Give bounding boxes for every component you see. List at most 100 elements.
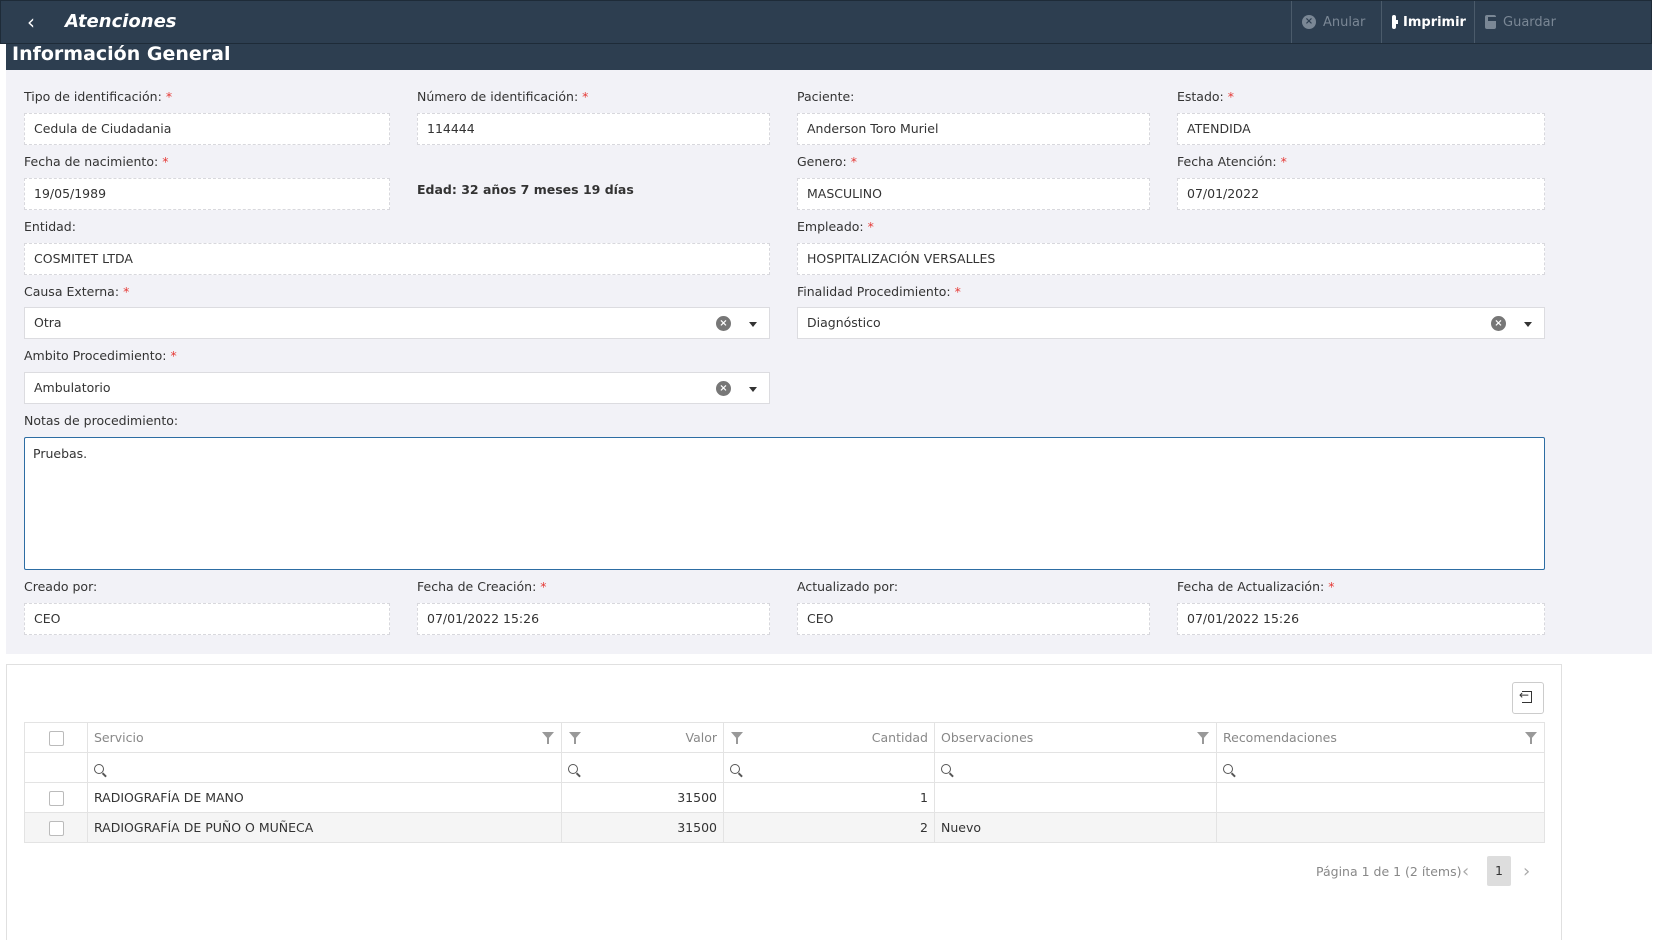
paciente-label: Paciente: xyxy=(797,89,855,104)
table-row[interactable]: RADIOGRAFÍA DE MANO 31500 1 xyxy=(24,782,1545,813)
clear-icon[interactable]: × xyxy=(716,316,731,331)
anular-label: Anular xyxy=(1323,14,1366,30)
empleado-label: Empleado: * xyxy=(797,219,874,234)
numero-identificacion-label: Número de identificación: * xyxy=(417,89,589,104)
filter-servicio-input[interactable] xyxy=(87,752,562,783)
observaciones-cell xyxy=(934,782,1217,813)
actualizado-por-field[interactable]: CEO xyxy=(797,603,1150,635)
services-table: Servicio Valor Cantidad Observaciones Re… xyxy=(24,722,1545,843)
notas-textarea[interactable]: Pruebas. xyxy=(24,437,1545,570)
notas-label: Notas de procedimiento: xyxy=(24,413,179,428)
search-icon xyxy=(568,763,578,774)
row-select-cell[interactable] xyxy=(24,782,88,813)
ambito-procedimiento-select[interactable]: Ambulatorio × xyxy=(24,372,770,404)
observaciones-cell: Nuevo xyxy=(934,812,1217,843)
search-icon xyxy=(94,763,104,774)
creado-por-label: Creado por: xyxy=(24,579,98,594)
row-checkbox[interactable] xyxy=(48,790,64,806)
print-icon xyxy=(1392,15,1398,29)
guardar-button[interactable]: Guardar xyxy=(1474,1,1566,43)
fecha-actualizacion-field[interactable]: 07/01/2022 15:26 xyxy=(1177,603,1545,635)
paciente-field[interactable]: Anderson Toro Muriel xyxy=(797,113,1150,145)
fecha-creacion-label: Fecha de Creación: * xyxy=(417,579,547,594)
finalidad-procedimiento-value: Diagnóstico xyxy=(807,315,881,330)
table-filter-row xyxy=(24,752,1545,783)
causa-externa-select[interactable]: Otra × xyxy=(24,307,770,339)
genero-field[interactable]: MASCULINO xyxy=(797,178,1150,210)
filter-cell-empty xyxy=(24,752,88,783)
top-toolbar: ‹ Atenciones × Anular Imprimir Guardar xyxy=(0,0,1652,44)
select-all-checkbox[interactable] xyxy=(48,730,64,746)
imprimir-button[interactable]: Imprimir xyxy=(1381,1,1474,43)
ambito-procedimiento-value: Ambulatorio xyxy=(34,380,111,395)
chevron-right-icon[interactable]: › xyxy=(1523,861,1530,882)
fecha-nacimiento-field[interactable]: 19/05/1989 xyxy=(24,178,390,210)
search-icon xyxy=(941,763,951,774)
table-row[interactable]: RADIOGRAFÍA DE PUÑO O MUÑECA 31500 2 Nue… xyxy=(24,812,1545,843)
causa-externa-value: Otra xyxy=(34,315,62,330)
page-title: Atenciones xyxy=(65,11,177,32)
fecha-actualizacion-label: Fecha de Actualización: * xyxy=(1177,579,1335,594)
filter-icon[interactable] xyxy=(569,732,581,744)
anular-button[interactable]: × Anular xyxy=(1291,1,1381,43)
recomendaciones-cell xyxy=(1216,782,1545,813)
save-icon xyxy=(1485,15,1497,29)
finalidad-procedimiento-select[interactable]: Diagnóstico × xyxy=(797,307,1545,339)
column-header-observaciones[interactable]: Observaciones xyxy=(934,722,1217,753)
section-header: Información General xyxy=(6,43,1652,70)
pager: Página 1 de 1 (2 ítems) ‹ 1 › xyxy=(1310,856,1550,886)
tipo-identificacion-label: Tipo de identificación: * xyxy=(24,89,173,104)
fecha-atencion-label: Fecha Atención: * xyxy=(1177,154,1287,169)
caret-down-icon[interactable] xyxy=(1524,322,1532,327)
entidad-field[interactable]: COSMITET LTDA xyxy=(24,243,770,275)
caret-down-icon[interactable] xyxy=(749,387,757,392)
filter-icon[interactable] xyxy=(542,732,554,744)
servicio-cell: RADIOGRAFÍA DE PUÑO O MUÑECA xyxy=(87,812,562,843)
select-all-cell[interactable] xyxy=(24,722,88,753)
imprimir-label: Imprimir xyxy=(1403,14,1466,30)
edad-text: Edad: 32 años 7 meses 19 días xyxy=(417,182,634,197)
estado-field[interactable]: ATENDIDA xyxy=(1177,113,1545,145)
fecha-nacimiento-label: Fecha de nacimiento: * xyxy=(24,154,169,169)
column-header-valor[interactable]: Valor xyxy=(561,722,724,753)
cantidad-cell: 2 xyxy=(723,812,935,843)
pager-info: Página 1 de 1 (2 ítems) xyxy=(1316,864,1462,879)
genero-label: Genero: * xyxy=(797,154,857,169)
clear-icon[interactable]: × xyxy=(1491,316,1506,331)
row-select-cell[interactable] xyxy=(24,812,88,843)
column-header-recomendaciones[interactable]: Recomendaciones xyxy=(1216,722,1545,753)
export-icon[interactable] xyxy=(1512,682,1544,714)
column-header-servicio[interactable]: Servicio xyxy=(87,722,562,753)
valor-cell: 31500 xyxy=(561,812,724,843)
fecha-creacion-field[interactable]: 07/01/2022 15:26 xyxy=(417,603,770,635)
finalidad-procedimiento-label: Finalidad Procedimiento: * xyxy=(797,284,961,299)
filter-icon[interactable] xyxy=(731,732,743,744)
filter-recomendaciones-input[interactable] xyxy=(1216,752,1545,783)
filter-icon[interactable] xyxy=(1197,732,1209,744)
column-header-cantidad[interactable]: Cantidad xyxy=(723,722,935,753)
fecha-atencion-field[interactable]: 07/01/2022 xyxy=(1177,178,1545,210)
tipo-identificacion-field[interactable]: Cedula de Ciudadania xyxy=(24,113,390,145)
numero-identificacion-field[interactable]: 114444 xyxy=(417,113,770,145)
filter-cantidad-input[interactable] xyxy=(723,752,935,783)
filter-icon[interactable] xyxy=(1525,732,1537,744)
causa-externa-label: Causa Externa: * xyxy=(24,284,130,299)
empleado-field[interactable]: HOSPITALIZACIÓN VERSALLES xyxy=(797,243,1545,275)
creado-por-field[interactable]: CEO xyxy=(24,603,390,635)
page-button-1[interactable]: 1 xyxy=(1487,856,1511,886)
caret-down-icon[interactable] xyxy=(749,322,757,327)
table-header-row: Servicio Valor Cantidad Observaciones Re… xyxy=(24,722,1545,753)
search-icon xyxy=(1223,763,1233,774)
row-checkbox[interactable] xyxy=(48,820,64,836)
search-icon xyxy=(730,763,740,774)
ambito-procedimiento-label: Ambito Procedimiento: * xyxy=(24,348,177,363)
back-chevron-left-icon[interactable]: ‹ xyxy=(27,12,45,32)
guardar-label: Guardar xyxy=(1503,14,1556,30)
chevron-left-icon[interactable]: ‹ xyxy=(1462,861,1469,882)
clear-icon[interactable]: × xyxy=(716,381,731,396)
filter-valor-input[interactable] xyxy=(561,752,724,783)
servicio-cell: RADIOGRAFÍA DE MANO xyxy=(87,782,562,813)
entidad-label: Entidad: xyxy=(24,219,76,234)
filter-observaciones-input[interactable] xyxy=(934,752,1217,783)
valor-cell: 31500 xyxy=(561,782,724,813)
